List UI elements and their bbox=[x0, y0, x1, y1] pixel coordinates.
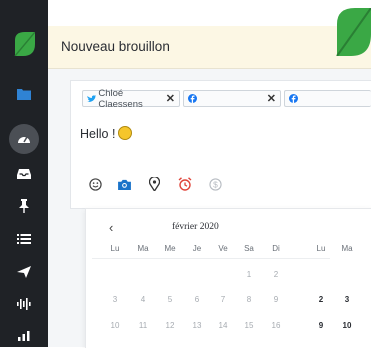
calendar-day[interactable]: 16 bbox=[268, 321, 284, 330]
divider bbox=[92, 258, 330, 259]
calendar-day[interactable]: 10 bbox=[107, 321, 123, 330]
calendar-day[interactable]: 5 bbox=[162, 295, 178, 304]
weekday-label: Ve bbox=[218, 244, 228, 253]
calendar-day[interactable]: 3 bbox=[339, 295, 355, 304]
calendar-day[interactable]: 10 bbox=[339, 321, 355, 330]
weekday-label: Lu bbox=[110, 244, 120, 253]
emoji-icon[interactable] bbox=[87, 176, 103, 192]
send-icon[interactable] bbox=[14, 262, 34, 282]
calendar-day[interactable]: 14 bbox=[215, 321, 231, 330]
dollar-icon[interactable]: $ bbox=[207, 176, 223, 192]
previous-month-button[interactable]: ‹ bbox=[109, 220, 113, 235]
message-body: Hello ! bbox=[80, 127, 116, 141]
calendar-day[interactable]: 9 bbox=[268, 295, 284, 304]
folder-icon[interactable] bbox=[14, 84, 34, 104]
calendar-day[interactable]: 9 bbox=[313, 321, 329, 330]
weekday-label: Je bbox=[192, 244, 202, 253]
facebook-icon bbox=[289, 94, 298, 103]
weekday-label: Ma bbox=[341, 244, 353, 253]
page-header: Nouveau brouillon bbox=[48, 26, 371, 69]
bar-chart-icon[interactable] bbox=[14, 326, 34, 346]
location-icon[interactable] bbox=[146, 176, 162, 192]
brand-leaf-logo-corner bbox=[336, 8, 371, 56]
remove-account-button[interactable]: ✕ bbox=[166, 92, 175, 105]
calendar-day[interactable]: 1 bbox=[241, 270, 257, 279]
account-chip[interactable] bbox=[284, 90, 371, 107]
message-text[interactable]: Hello ! bbox=[80, 126, 133, 141]
calendar-day[interactable]: 7 bbox=[215, 295, 231, 304]
calendar-day[interactable]: 4 bbox=[135, 295, 151, 304]
calendar-day[interactable]: 8 bbox=[241, 295, 257, 304]
weekday-label: Sa bbox=[244, 244, 254, 253]
smiley-emoji-icon bbox=[118, 126, 133, 140]
calendar-day[interactable]: 15 bbox=[241, 321, 257, 330]
pin-icon[interactable] bbox=[14, 196, 34, 216]
calendar-day[interactable]: 6 bbox=[189, 295, 205, 304]
sidebar bbox=[0, 0, 48, 347]
brand-leaf-logo[interactable] bbox=[13, 32, 35, 56]
weekday-label: Lu bbox=[316, 244, 326, 253]
calendar-day[interactable]: 12 bbox=[162, 321, 178, 330]
dashboard-icon[interactable] bbox=[14, 129, 34, 149]
calendar-day[interactable]: 11 bbox=[135, 321, 151, 330]
weekday-label: Ma bbox=[137, 244, 149, 253]
weekday-label: Me bbox=[164, 244, 176, 253]
facebook-icon bbox=[188, 94, 197, 103]
svg-text:$: $ bbox=[213, 179, 218, 189]
list-icon[interactable] bbox=[14, 229, 34, 249]
waveform-icon[interactable] bbox=[14, 294, 34, 314]
account-chip[interactable]: Chloé Claessens ✕ bbox=[82, 87, 180, 110]
account-chip-label: Chloé Claessens bbox=[98, 87, 143, 110]
calendar-day[interactable]: 13 bbox=[189, 321, 205, 330]
calendar-day[interactable]: 3 bbox=[107, 295, 123, 304]
calendar-day[interactable]: 2 bbox=[268, 270, 284, 279]
calendar-day[interactable]: 2 bbox=[313, 295, 329, 304]
page-title: Nouveau brouillon bbox=[61, 39, 170, 54]
account-chip[interactable]: ✕ bbox=[183, 90, 281, 107]
weekday-label: Di bbox=[272, 244, 280, 253]
camera-icon[interactable] bbox=[116, 176, 132, 192]
inbox-icon[interactable] bbox=[14, 164, 34, 184]
remove-account-button[interactable]: ✕ bbox=[267, 92, 276, 105]
month-label: février 2020 bbox=[172, 222, 219, 232]
alarm-icon[interactable] bbox=[177, 176, 193, 192]
twitter-icon bbox=[87, 94, 97, 102]
